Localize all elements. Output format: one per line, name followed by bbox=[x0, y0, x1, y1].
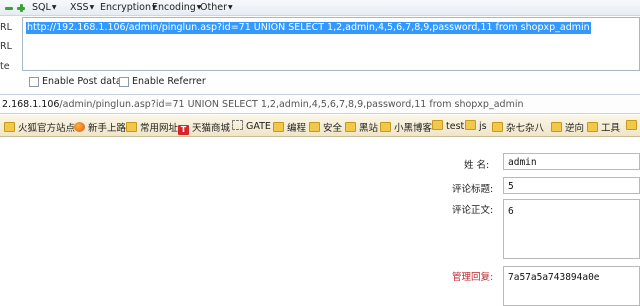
address-path: /admin/pinglun.asp?id=71 UNION SELECT 1,… bbox=[59, 99, 524, 110]
name-label: 姓 名: bbox=[464, 160, 490, 171]
tmall-icon: T bbox=[178, 125, 189, 135]
bookmark-label: 天猫商城 bbox=[192, 123, 231, 134]
folder-icon bbox=[345, 122, 356, 132]
folder-icon bbox=[551, 122, 562, 132]
title-value: 5 bbox=[508, 181, 514, 192]
bookmark-label: 火狐官方站点 bbox=[18, 123, 76, 134]
enable-post-label: Enable Post data bbox=[42, 76, 122, 87]
chevron-down-icon: ▼ bbox=[51, 4, 57, 11]
bookmark-label: 逆向 bbox=[565, 123, 585, 134]
bookmark-label: 新手上路 bbox=[88, 123, 127, 134]
title-field[interactable]: 5 bbox=[503, 177, 640, 194]
menu-encoding[interactable]: Encoding▼ bbox=[152, 2, 201, 13]
chevron-down-icon: ▼ bbox=[89, 4, 95, 11]
menu-xss[interactable]: XSS▼ bbox=[70, 2, 94, 13]
url-selected-text: http://192.168.1.106/admin/pinglun.asp?i… bbox=[26, 22, 591, 34]
folder-icon bbox=[465, 120, 476, 130]
firefox-icon bbox=[74, 122, 85, 132]
hackbar-url-textarea[interactable]: http://192.168.1.106/admin/pinglun.asp?i… bbox=[22, 17, 640, 71]
folder-icon bbox=[626, 120, 637, 130]
bookmark-label: 黑站 bbox=[359, 123, 379, 134]
folder-icon bbox=[4, 122, 15, 132]
title-label: 评论标题: bbox=[452, 184, 494, 195]
bookmark-item[interactable]: 新手上路 bbox=[74, 120, 127, 134]
bookmark-label: GATE bbox=[246, 121, 271, 132]
chevron-down-icon: ▼ bbox=[227, 4, 233, 11]
address-url: 2.168.1.106/admin/pinglun.asp?id=71 UNIO… bbox=[2, 99, 523, 110]
bookmark-label: 编程 bbox=[287, 123, 307, 134]
menu-encryption-label: Encryption bbox=[100, 2, 152, 13]
menu-sql[interactable]: SQL▼ bbox=[32, 2, 56, 13]
execute-label[interactable]: te bbox=[0, 61, 10, 72]
bookmark-label: 杂七杂八 bbox=[506, 123, 545, 134]
folder-icon bbox=[126, 122, 137, 132]
bookmark-label: 小黑博客 bbox=[394, 123, 433, 134]
menu-encoding-label: Encoding bbox=[152, 2, 196, 13]
bookmark-label: js bbox=[479, 121, 487, 132]
bookmark-item[interactable]: 小黑博客 bbox=[380, 120, 433, 134]
bookmark-item[interactable]: 火狐官方站点 bbox=[4, 120, 76, 134]
bookmark-item[interactable]: 常用网址 bbox=[126, 120, 179, 134]
menu-xss-label: XSS bbox=[70, 2, 89, 13]
bookmark-label: test bbox=[446, 121, 465, 132]
bookmark-item[interactable]: test bbox=[432, 120, 464, 133]
bookmark-item[interactable]: 编程 bbox=[273, 120, 307, 134]
load-url-label[interactable]: RL bbox=[0, 22, 12, 33]
hackbar-toolbar: SQL▼ XSS▼ Encryption▼ Encoding▼ Other▼ bbox=[0, 0, 640, 16]
increase-icon[interactable] bbox=[16, 3, 26, 13]
decrease-icon[interactable] bbox=[4, 3, 14, 13]
bookmark-label: 常用网址 bbox=[140, 123, 179, 134]
enable-post-checkbox[interactable] bbox=[29, 77, 39, 87]
menu-encryption[interactable]: Encryption▼ bbox=[100, 2, 157, 13]
address-bar[interactable]: 2.168.1.106/admin/pinglun.asp?id=71 UNIO… bbox=[0, 94, 640, 114]
folder-icon bbox=[380, 122, 391, 132]
menu-other[interactable]: Other▼ bbox=[200, 2, 233, 13]
folder-icon bbox=[492, 122, 503, 132]
body-textarea[interactable]: 6 bbox=[503, 199, 640, 259]
menu-other-label: Other bbox=[200, 2, 227, 13]
folder-icon bbox=[273, 122, 284, 132]
reply-value: 7a57a5a743894a0e bbox=[508, 272, 600, 283]
bookmark-item[interactable]: 工具 bbox=[587, 120, 621, 134]
bookmark-item[interactable]: 逆向 bbox=[551, 120, 585, 134]
body-label: 评论正文: bbox=[452, 205, 494, 216]
enable-referrer-label: Enable Referrer bbox=[132, 76, 206, 87]
bookmark-item[interactable]: T 天猫商城 bbox=[178, 120, 231, 135]
split-url-label[interactable]: RL bbox=[0, 41, 12, 52]
name-value: admin bbox=[508, 157, 537, 168]
bookmark-item[interactable] bbox=[626, 120, 640, 133]
reply-textarea[interactable]: 7a57a5a743894a0e bbox=[503, 266, 640, 306]
bookmark-item[interactable]: GATE bbox=[232, 120, 271, 133]
bookmark-label: 安全 bbox=[323, 123, 343, 134]
bookmarks-bar: 火狐官方站点 新手上路 常用网址 T 天猫商城 GATE 编程 安全 黑站 小黑博… bbox=[0, 115, 640, 137]
menu-sql-label: SQL bbox=[32, 2, 51, 13]
body-value: 6 bbox=[508, 206, 514, 217]
bookmark-item[interactable]: 安全 bbox=[309, 120, 343, 134]
folder-icon bbox=[587, 122, 598, 132]
enable-referrer-checkbox[interactable] bbox=[119, 77, 129, 87]
folder-icon bbox=[309, 122, 320, 132]
bookmark-item[interactable]: 杂七杂八 bbox=[492, 120, 545, 134]
dashed-icon bbox=[232, 120, 243, 130]
name-field[interactable]: admin bbox=[503, 153, 640, 170]
bookmark-item[interactable]: js bbox=[465, 120, 487, 133]
bookmark-item[interactable]: 黑站 bbox=[345, 120, 379, 134]
address-host: 2.168.1.106 bbox=[2, 99, 60, 110]
reply-label: 管理回复: bbox=[452, 272, 494, 283]
folder-icon bbox=[432, 120, 443, 130]
bookmark-label: 工具 bbox=[601, 123, 621, 134]
